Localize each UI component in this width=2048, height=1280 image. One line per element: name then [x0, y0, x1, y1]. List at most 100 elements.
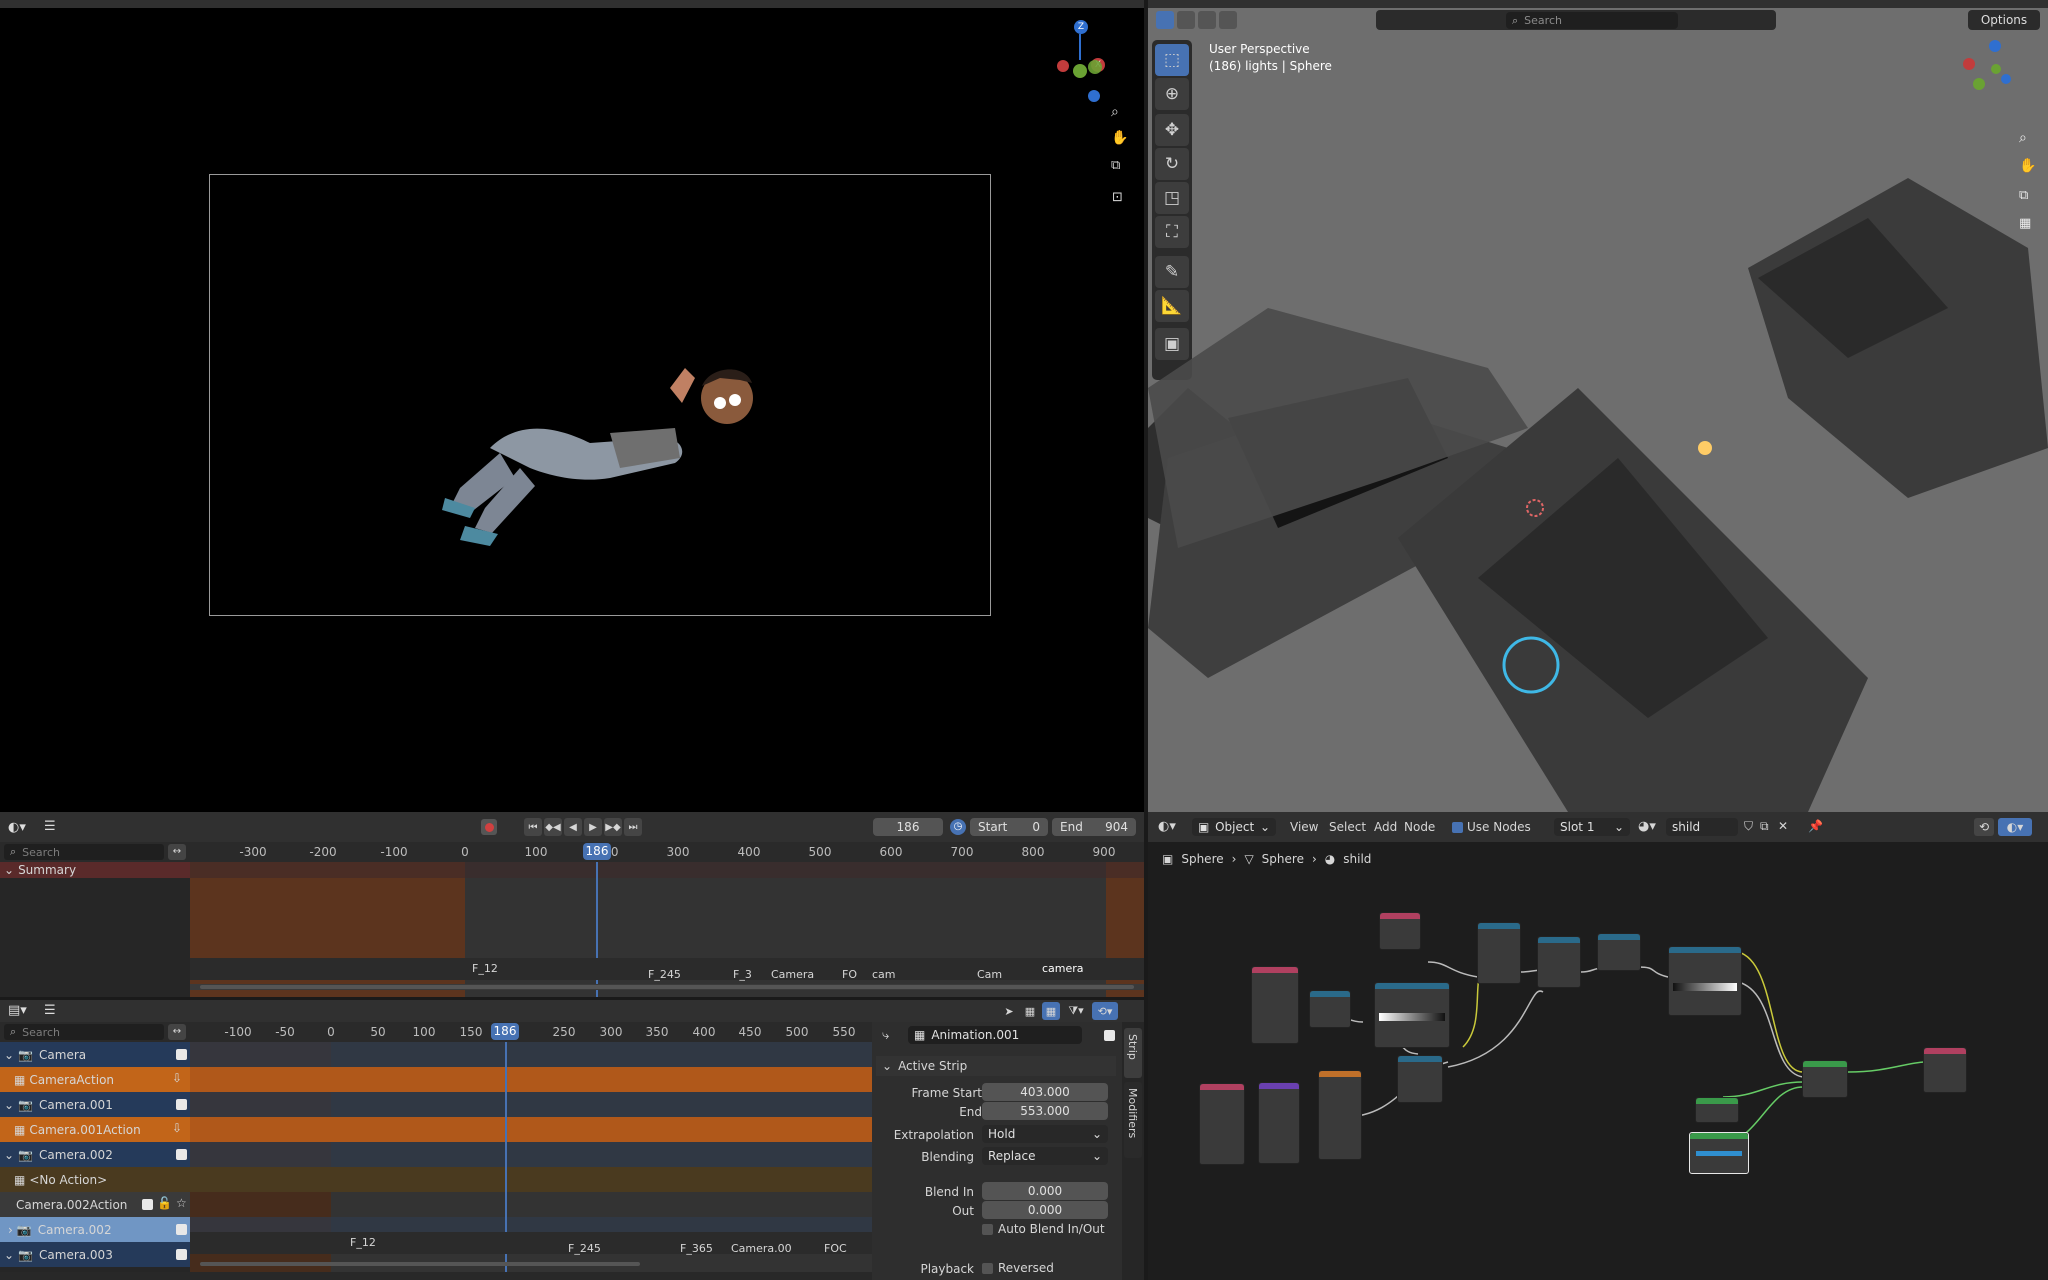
track-camera-action[interactable]: ▦ CameraAction ⇩ [0, 1067, 190, 1092]
select-box-tool-icon[interactable]: ⬚ [1155, 44, 1189, 76]
use-nodes-checkbox[interactable] [1452, 821, 1463, 833]
shader-type-dropdown[interactable]: ▣ Object ⌄ [1192, 818, 1276, 836]
marker-cam[interactable]: cam [872, 968, 896, 981]
jump-end-button[interactable]: ⏭ [624, 818, 642, 836]
close-icon[interactable]: ✕ [1778, 819, 1788, 833]
material-name-field[interactable]: shild [1666, 818, 1738, 836]
move-tool-icon[interactable]: ✥ [1155, 114, 1189, 146]
fake-user-icon[interactable]: ⛉ [1744, 819, 1753, 834]
record-button[interactable] [481, 819, 497, 835]
menu-node[interactable]: Node [1404, 820, 1435, 834]
hand-pan-icon[interactable]: ✋ [2019, 158, 2036, 174]
selection-mode-buttons[interactable] [1156, 11, 1256, 29]
jump-start-button[interactable]: ⏮ [524, 818, 542, 836]
auto-blend-option[interactable]: Auto Blend In/Out [982, 1222, 1105, 1236]
extrapolation-dropdown[interactable]: Hold ⌄ [982, 1125, 1108, 1143]
node-texture-coordinate-2[interactable] [1199, 1083, 1245, 1165]
nla-ruler[interactable]: -100 -50 0 50 100 150 250 300 350 400 45… [190, 1022, 872, 1042]
reversed-checkbox[interactable] [982, 1262, 993, 1274]
blend-out-field[interactable]: 0.000 [982, 1201, 1108, 1219]
track-camera[interactable]: ⌄ 📷 Camera [0, 1042, 190, 1067]
zoom-icon[interactable]: ⌕ [1111, 104, 1119, 120]
sync-icon[interactable]: ↔ [168, 844, 186, 860]
view-navigation-gizmo[interactable]: Z X [1055, 18, 1115, 108]
node-emission[interactable] [1689, 1132, 1749, 1174]
track-checkbox[interactable] [142, 1199, 153, 1210]
node-mapping[interactable] [1258, 1082, 1300, 1164]
z-axis-icon[interactable]: Z [1074, 20, 1088, 34]
3d-viewport[interactable]: ⌕ Search Options User Perspective (186) l… [1148, 8, 2048, 812]
node-material-output[interactable] [1923, 1047, 1967, 1093]
pin-icon[interactable]: 📌 [1808, 819, 1823, 833]
track-camera-002-selected[interactable]: › 📷 Camera.002 [0, 1217, 190, 1242]
timeline-playhead-label[interactable]: 186 [583, 843, 611, 860]
play-button[interactable]: ▶ [584, 818, 602, 836]
current-frame-field[interactable]: 186 [873, 818, 943, 836]
tab-modifiers[interactable]: Modifiers [1124, 1082, 1142, 1158]
y-axis-icon[interactable] [1073, 64, 1087, 78]
marker-f12[interactable]: F_12 [472, 962, 498, 975]
menu-select[interactable]: Select [1329, 820, 1366, 834]
push-down-icon[interactable]: ⇩ [172, 1121, 182, 1135]
node-color-ramp[interactable] [1668, 946, 1742, 1016]
push-down-icon[interactable]: ⇩ [172, 1071, 182, 1085]
timeline-keyframe-area[interactable]: F_12 F_245 F_3 Camera FO cam Cam camera [190, 862, 1144, 997]
node-separate-xyz[interactable] [1309, 990, 1351, 1028]
menu-add[interactable]: Add [1374, 820, 1397, 834]
camera-view-icon[interactable]: ⧉ [1111, 158, 1120, 173]
jump-keyframe-back-button[interactable]: ◆◀ [544, 818, 562, 836]
marker-camera-active[interactable]: camera [1042, 962, 1084, 975]
slot-dropdown[interactable]: Slot 1 ⌄ [1554, 818, 1630, 836]
camera-viewport[interactable]: Z X ⌕ ✋ ⧉ ⊡ [0, 8, 1144, 812]
tab-strip[interactable]: Strip [1124, 1028, 1142, 1078]
editor-type-icon[interactable]: ▤▾ [8, 1003, 27, 1018]
sync-icon[interactable]: ↔ [168, 1024, 186, 1040]
track-camera-002-action[interactable]: Camera.002Action 🔓 ☆ [0, 1192, 190, 1217]
node-smooth-minimum[interactable] [1477, 922, 1521, 984]
grid-view-icon[interactable]: ▦ [2019, 216, 2031, 231]
action-name-field[interactable]: ▦ Animation.001 [908, 1026, 1082, 1044]
marker-f245[interactable]: F_245 [568, 1242, 601, 1255]
timeline-scrollbar[interactable] [200, 985, 1134, 989]
active-strip-panel-header[interactable]: ⌄ Active Strip [876, 1056, 1116, 1076]
overlay-icon[interactable]: ⟲ [1974, 818, 1994, 836]
action-enable-checkbox[interactable] [1104, 1030, 1115, 1041]
track-camera-002[interactable]: ⌄ 📷 Camera.002 [0, 1142, 190, 1167]
reversed-option[interactable]: Reversed [982, 1261, 1054, 1275]
track-camera-003[interactable]: ⌄ 📷 Camera.003 [0, 1242, 190, 1267]
viewport-search-input[interactable]: ⌕ Search [1506, 12, 1678, 29]
node-noise-texture[interactable] [1318, 1070, 1362, 1160]
material-sphere-icon[interactable]: ◕▾ [1638, 819, 1656, 834]
view-navigation-gizmo-right[interactable] [1961, 40, 2021, 100]
node-multiply-add[interactable] [1537, 936, 1581, 988]
frame-end-field[interactable]: 553.000 [982, 1102, 1108, 1120]
menu-icon[interactable]: ☰ [44, 1003, 56, 1018]
node-texture-coordinate[interactable] [1251, 966, 1299, 1044]
track-checkbox[interactable] [176, 1049, 187, 1060]
track-camera-001-action[interactable]: ▦ Camera.001Action ⇩ [0, 1117, 190, 1142]
blend-in-field[interactable]: 0.000 [982, 1182, 1108, 1200]
include-icon[interactable]: ▦ [1021, 1002, 1039, 1020]
marker-f245[interactable]: F_245 [648, 968, 681, 981]
neg-z-axis-icon[interactable] [1088, 90, 1100, 102]
start-frame-field[interactable]: Start 0 [970, 818, 1048, 836]
lock-icon[interactable]: 🔓 [157, 1196, 172, 1210]
frame-start-field[interactable]: 403.000 [982, 1083, 1108, 1101]
use-nodes-toggle[interactable]: Use Nodes [1452, 820, 1531, 834]
cursor-tool-icon[interactable]: ⊕ [1155, 78, 1189, 110]
options-dropdown[interactable]: Options [1968, 10, 2040, 30]
blending-dropdown[interactable]: Replace ⌄ [982, 1147, 1108, 1165]
node-color-ramp-2[interactable] [1374, 982, 1450, 1048]
marker-camera[interactable]: Camera [771, 968, 814, 981]
track-checkbox[interactable] [176, 1099, 187, 1110]
nla-strip-area[interactable]: F_12 F_245 F_365 Camera.00 FOC [190, 1042, 872, 1272]
duplicate-icon[interactable]: ⧉ [1760, 819, 1769, 834]
zoom-icon[interactable]: ⌕ [2019, 130, 2027, 146]
marker-cam-2[interactable]: Cam [977, 968, 1002, 981]
nla-search-input[interactable]: ⌕ Search [4, 1024, 164, 1040]
marker-f3[interactable]: F_3 [733, 968, 752, 981]
filter-icon[interactable]: ⧩▾ [1063, 1002, 1089, 1020]
summary-channel[interactable]: ⌄ Summary [0, 862, 190, 878]
marker-camera00[interactable]: Camera.00 [731, 1242, 792, 1255]
end-frame-field[interactable]: End 904 [1052, 818, 1136, 836]
